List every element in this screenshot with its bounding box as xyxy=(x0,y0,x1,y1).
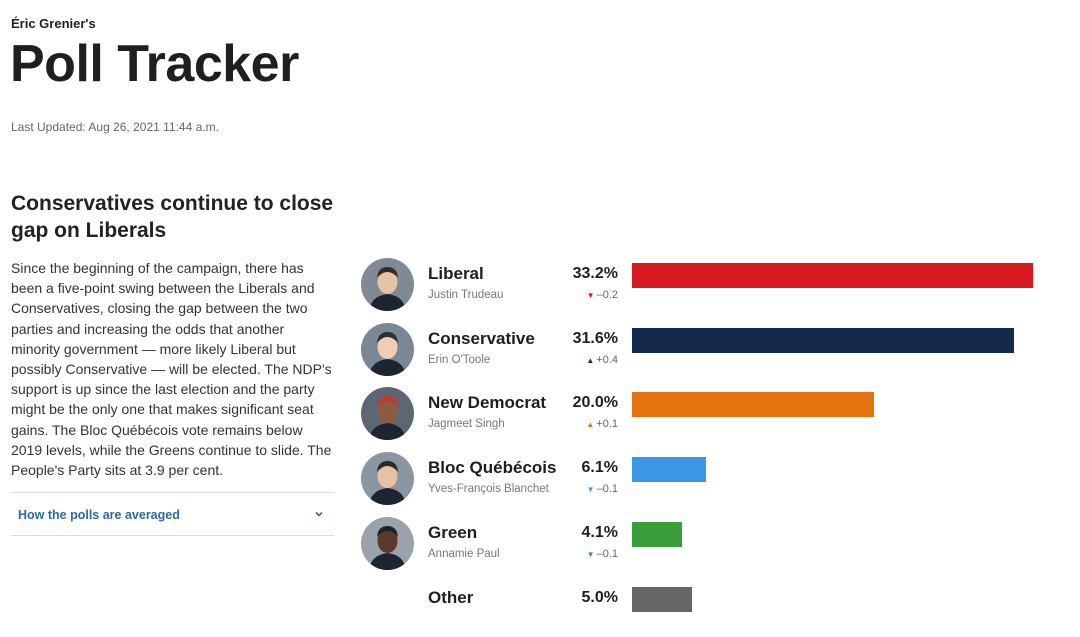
down-triangle-icon: ▼ xyxy=(586,549,595,559)
bloc-quebecois-leader-avatar xyxy=(361,452,414,506)
green-change-label: ▼ –0.1 xyxy=(538,548,618,560)
green-leader-avatar xyxy=(361,516,414,570)
page-title: Poll Tracker xyxy=(10,35,299,93)
bloc-quebecois-change-label: ▼ –0.1 xyxy=(538,483,618,495)
bloc-quebecois-bar xyxy=(632,457,706,483)
new-democrat-party-label: New Democrat xyxy=(428,393,547,413)
article-body: Since the beginning of the campaign, the… xyxy=(11,260,332,479)
conservative-party-label: Conservative xyxy=(428,328,535,348)
other-party-label: Other xyxy=(428,587,474,607)
liberal-percent-label: 33.2% xyxy=(572,265,618,282)
liberal-leader-avatar xyxy=(361,258,414,311)
new-democrat-change-label: ▲ +0.1 xyxy=(538,418,618,430)
down-triangle-icon: ▼ xyxy=(586,485,595,495)
new-democrat-percent-label: 20.0% xyxy=(572,394,618,412)
up-triangle-icon: ▲ xyxy=(586,355,595,365)
conservative-change-value: +0.4 xyxy=(596,353,618,366)
liberal-change-label: ▼ –0.2 xyxy=(538,289,618,301)
new-democrat-leader-avatar xyxy=(361,387,414,441)
conservative-leader-avatar xyxy=(361,322,414,376)
conservative-bar xyxy=(632,327,1014,353)
chevron-down-icon xyxy=(315,511,323,517)
green-party-label: Green xyxy=(428,522,478,542)
other-bar xyxy=(632,586,692,612)
liberal-leader-name: Justin Trudeau xyxy=(428,289,504,301)
polls-averaged-accordion[interactable]: How the polls are averaged xyxy=(11,496,334,534)
conservative-percent-label: 31.6% xyxy=(572,329,618,347)
liberal-change-value: –0.2 xyxy=(596,289,618,301)
new-democrat-bar xyxy=(632,392,874,418)
conservative-change-label: ▲ +0.4 xyxy=(538,354,618,366)
article-headline: Conservatives continue to close gap on L… xyxy=(11,192,334,242)
green-percent-label: 4.1% xyxy=(581,523,618,541)
bloc-quebecois-percent-label: 6.1% xyxy=(581,459,618,477)
other-percent-label: 5.0% xyxy=(581,588,618,606)
green-bar xyxy=(632,521,682,547)
up-triangle-icon: ▲ xyxy=(586,420,595,430)
bloc-quebecois-leader-name: Yves-François Blanchet xyxy=(428,483,549,496)
bloc-quebecois-change-value: –0.1 xyxy=(596,483,618,496)
conservative-leader-name: Erin O'Toole xyxy=(428,353,491,366)
new-democrat-leader-name: Jagmeet Singh xyxy=(428,418,505,431)
accordion-label: How the polls are averaged xyxy=(18,508,180,522)
liberal-party-label: Liberal xyxy=(428,264,484,283)
divider-top xyxy=(11,492,334,493)
new-democrat-change-value: +0.1 xyxy=(596,418,618,431)
down-triangle-icon: ▼ xyxy=(586,291,595,300)
green-change-value: –0.1 xyxy=(596,547,618,560)
divider-bottom xyxy=(11,535,334,536)
green-leader-name: Annamie Paul xyxy=(428,547,500,560)
last-updated: Last Updated: Aug 26, 2021 11:44 a.m. xyxy=(11,120,219,134)
byline: Éric Grenier's xyxy=(11,16,96,31)
liberal-bar xyxy=(632,263,1033,288)
